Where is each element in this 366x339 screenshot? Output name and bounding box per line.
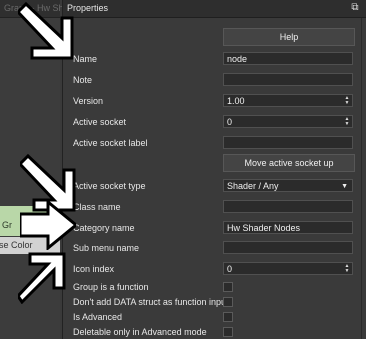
icon-index-label: Icon index [73,264,115,274]
name-label: Name [73,54,98,64]
help-button-label: Help [279,32,299,42]
spin-arrows-icon[interactable]: ▲ ▼ [344,264,350,274]
sub-menu-name-label: Sub menu name [73,243,140,253]
class-name-label: Class name [73,202,121,212]
active-socket-label: Active socket [73,117,127,127]
is-advanced-label: Is Advanced [73,312,123,322]
dont-add-data-checkbox[interactable] [223,297,233,307]
active-socket-value: 0 [227,117,233,127]
note-field[interactable] [223,73,353,86]
spin-arrows-icon[interactable]: ▲ ▼ [344,96,350,106]
dock-float-icon[interactable]: ⧉ [349,2,361,14]
help-button[interactable]: Help [223,28,355,46]
spin-arrows-icon[interactable]: ▲ ▼ [344,117,350,127]
is-advanced-checkbox[interactable] [223,312,233,322]
move-active-socket-up-label: Move active socket up [244,158,334,168]
active-socket-type-dropdown[interactable]: Shader / Any ▼ [223,179,353,192]
name-value: node [227,54,248,64]
version-label: Version [73,96,104,106]
note-label: Note [73,75,93,85]
active-socket-label-field[interactable] [223,136,353,149]
annotation-arrow-icon [18,1,74,60]
active-socket-type-label: Active socket type [73,181,146,191]
deletable-only-label: Deletable only in Advanced mode [73,327,207,337]
chevron-down-icon: ▼ [341,183,348,190]
properties-panel: Properties ⧉ Help Name node Note Version… [62,0,366,339]
icon-index-field[interactable]: 0 ▲ ▼ [223,262,353,275]
version-value: 1.00 [227,96,245,106]
version-field[interactable]: 1.00 ▲ ▼ [223,94,353,107]
deletable-only-checkbox[interactable] [223,327,233,337]
graph-node-label: Gr [2,220,12,230]
dont-add-data-label: Don't add DATA struct as function inpu [73,297,226,307]
active-socket-type-value: Shader / Any [227,181,279,191]
icon-index-value: 0 [227,264,233,274]
annotation-arrow-icon [18,252,66,304]
group-is-function-checkbox[interactable] [223,282,233,292]
category-name-field[interactable]: Hw Shader Nodes [223,221,353,234]
panel-scroll-edge [361,18,366,339]
move-active-socket-up-button[interactable]: Move active socket up [223,154,355,172]
name-field[interactable]: node [223,52,353,65]
sub-menu-name-field[interactable] [223,241,353,254]
group-is-function-label: Group is a function [73,282,149,292]
annotation-arrow-icon [20,200,76,250]
active-socket-field[interactable]: 0 ▲ ▼ [223,115,353,128]
properties-header: Properties ⧉ [63,0,366,18]
category-name-label: Category name [73,223,135,233]
category-name-value: Hw Shader Nodes [227,223,301,233]
active-socket-label-label: Active socket label [73,138,148,148]
class-name-field[interactable] [223,200,353,213]
